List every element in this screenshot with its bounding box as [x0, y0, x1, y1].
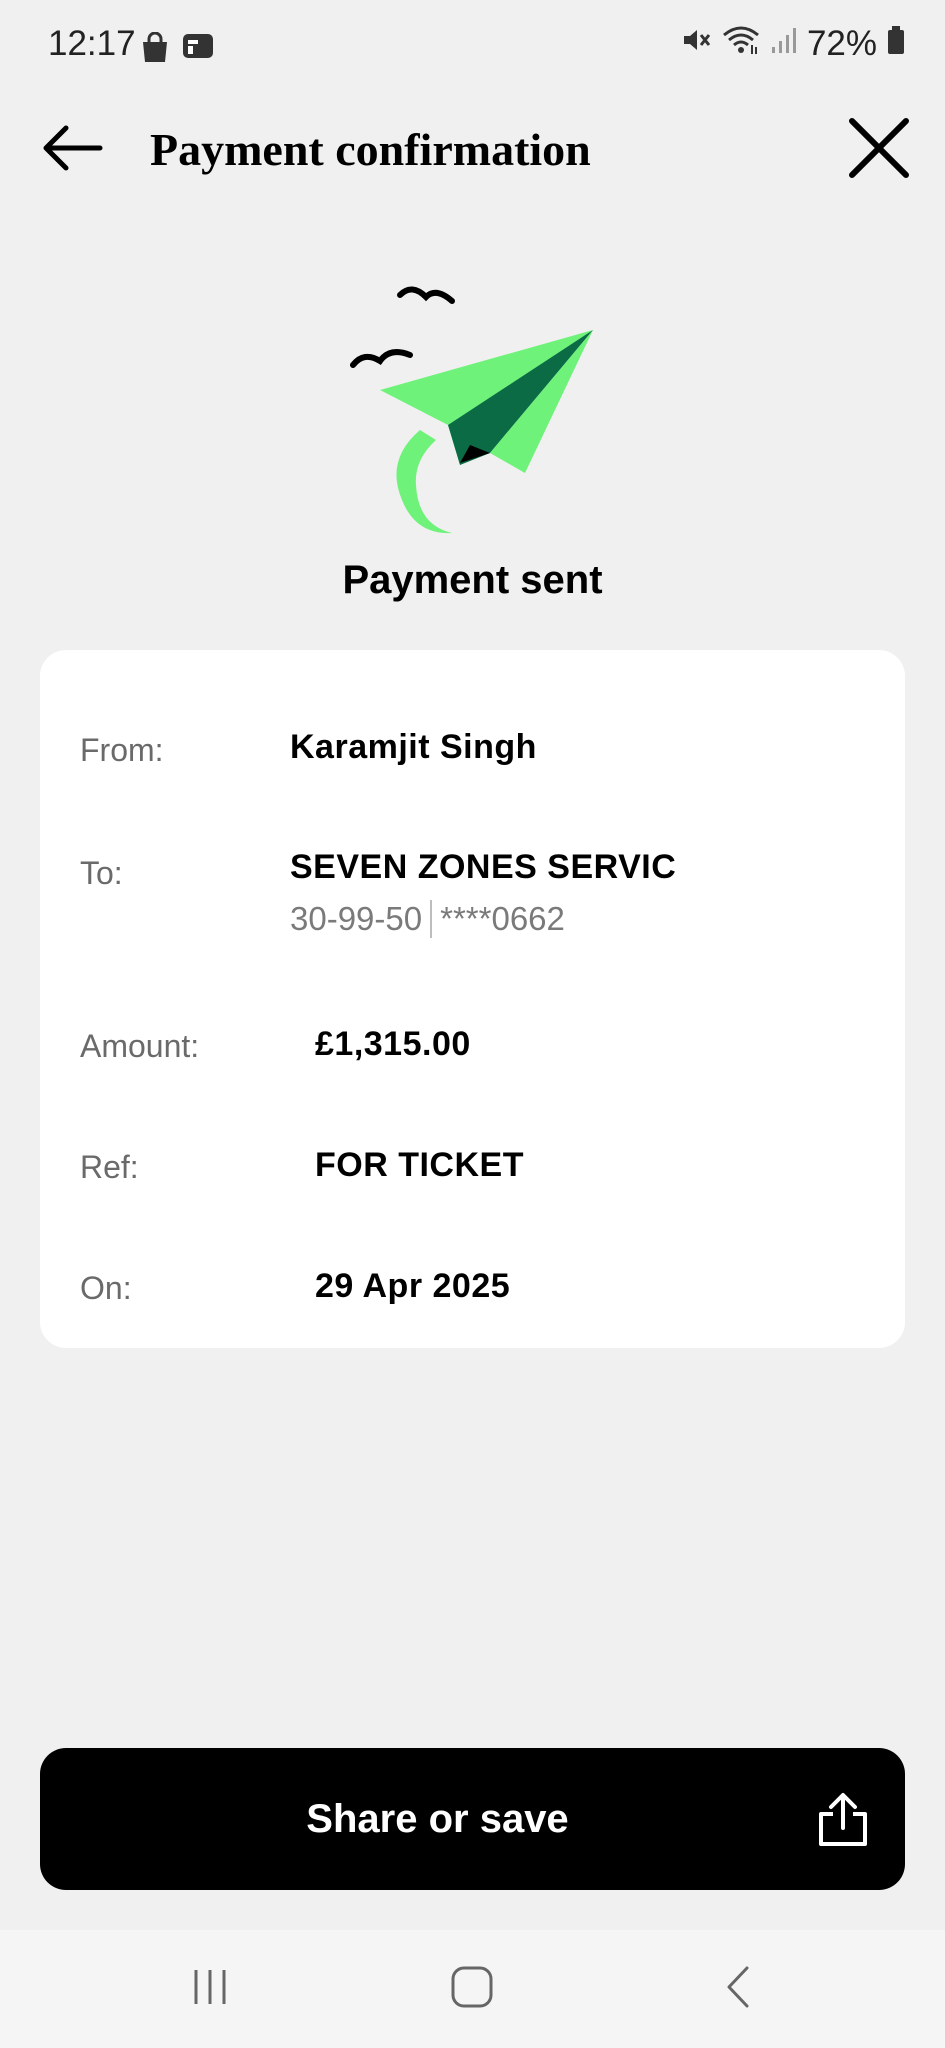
recent-apps-icon — [190, 1967, 230, 2012]
status-time: 12:17 — [48, 24, 136, 63]
page-title: Payment confirmation — [150, 124, 591, 175]
recent-apps-button[interactable] — [170, 1954, 250, 2024]
battery-icon — [887, 24, 905, 64]
share-or-save-button[interactable]: Share or save — [40, 1748, 905, 1890]
ref-label: Ref: — [80, 1149, 139, 1185]
shopping-bag-icon — [140, 31, 170, 69]
arrow-left-icon — [40, 124, 104, 177]
signal-icon — [771, 24, 797, 64]
date-value: 29 Apr 2025 — [315, 1267, 511, 1305]
amount-value: £1,315.00 — [315, 1025, 471, 1063]
home-icon — [450, 1965, 494, 2014]
to-name: SEVEN ZONES SERVIC — [290, 848, 677, 886]
wifi-icon — [721, 24, 761, 64]
payment-sent-title: Payment sent — [342, 558, 603, 602]
amount-label: Amount: — [80, 1028, 200, 1064]
to-label: To: — [80, 855, 123, 891]
back-button[interactable] — [36, 114, 108, 186]
to-account-details: 30-99-50 ****0662 — [290, 900, 565, 938]
sort-code: 30-99-50 — [290, 900, 423, 937]
battery-percent: 72% — [806, 24, 877, 63]
divider — [430, 900, 433, 938]
payment-details-card: From: Karamjit Singh To: SEVEN ZONES SER… — [40, 650, 905, 1348]
home-button[interactable] — [432, 1954, 512, 2024]
status-bar: 12:17 72% — [0, 0, 945, 100]
system-back-button[interactable] — [698, 1954, 778, 2024]
header: Payment confirmation — [0, 100, 945, 200]
share-icon — [817, 1792, 869, 1848]
back-icon — [723, 1965, 753, 2014]
ref-value: FOR TICKET — [315, 1146, 524, 1184]
system-nav-bar — [0, 1930, 945, 2048]
account-number: ****0662 — [440, 900, 565, 937]
from-label: From: — [80, 732, 164, 768]
mute-icon — [681, 24, 711, 64]
card-icon — [182, 32, 214, 69]
date-label: On: — [80, 1270, 132, 1306]
paper-plane-icon — [340, 285, 610, 545]
close-button[interactable] — [841, 112, 917, 188]
share-button-label: Share or save — [306, 1797, 569, 1841]
from-value: Karamjit Singh — [290, 728, 537, 766]
close-icon — [848, 117, 910, 184]
